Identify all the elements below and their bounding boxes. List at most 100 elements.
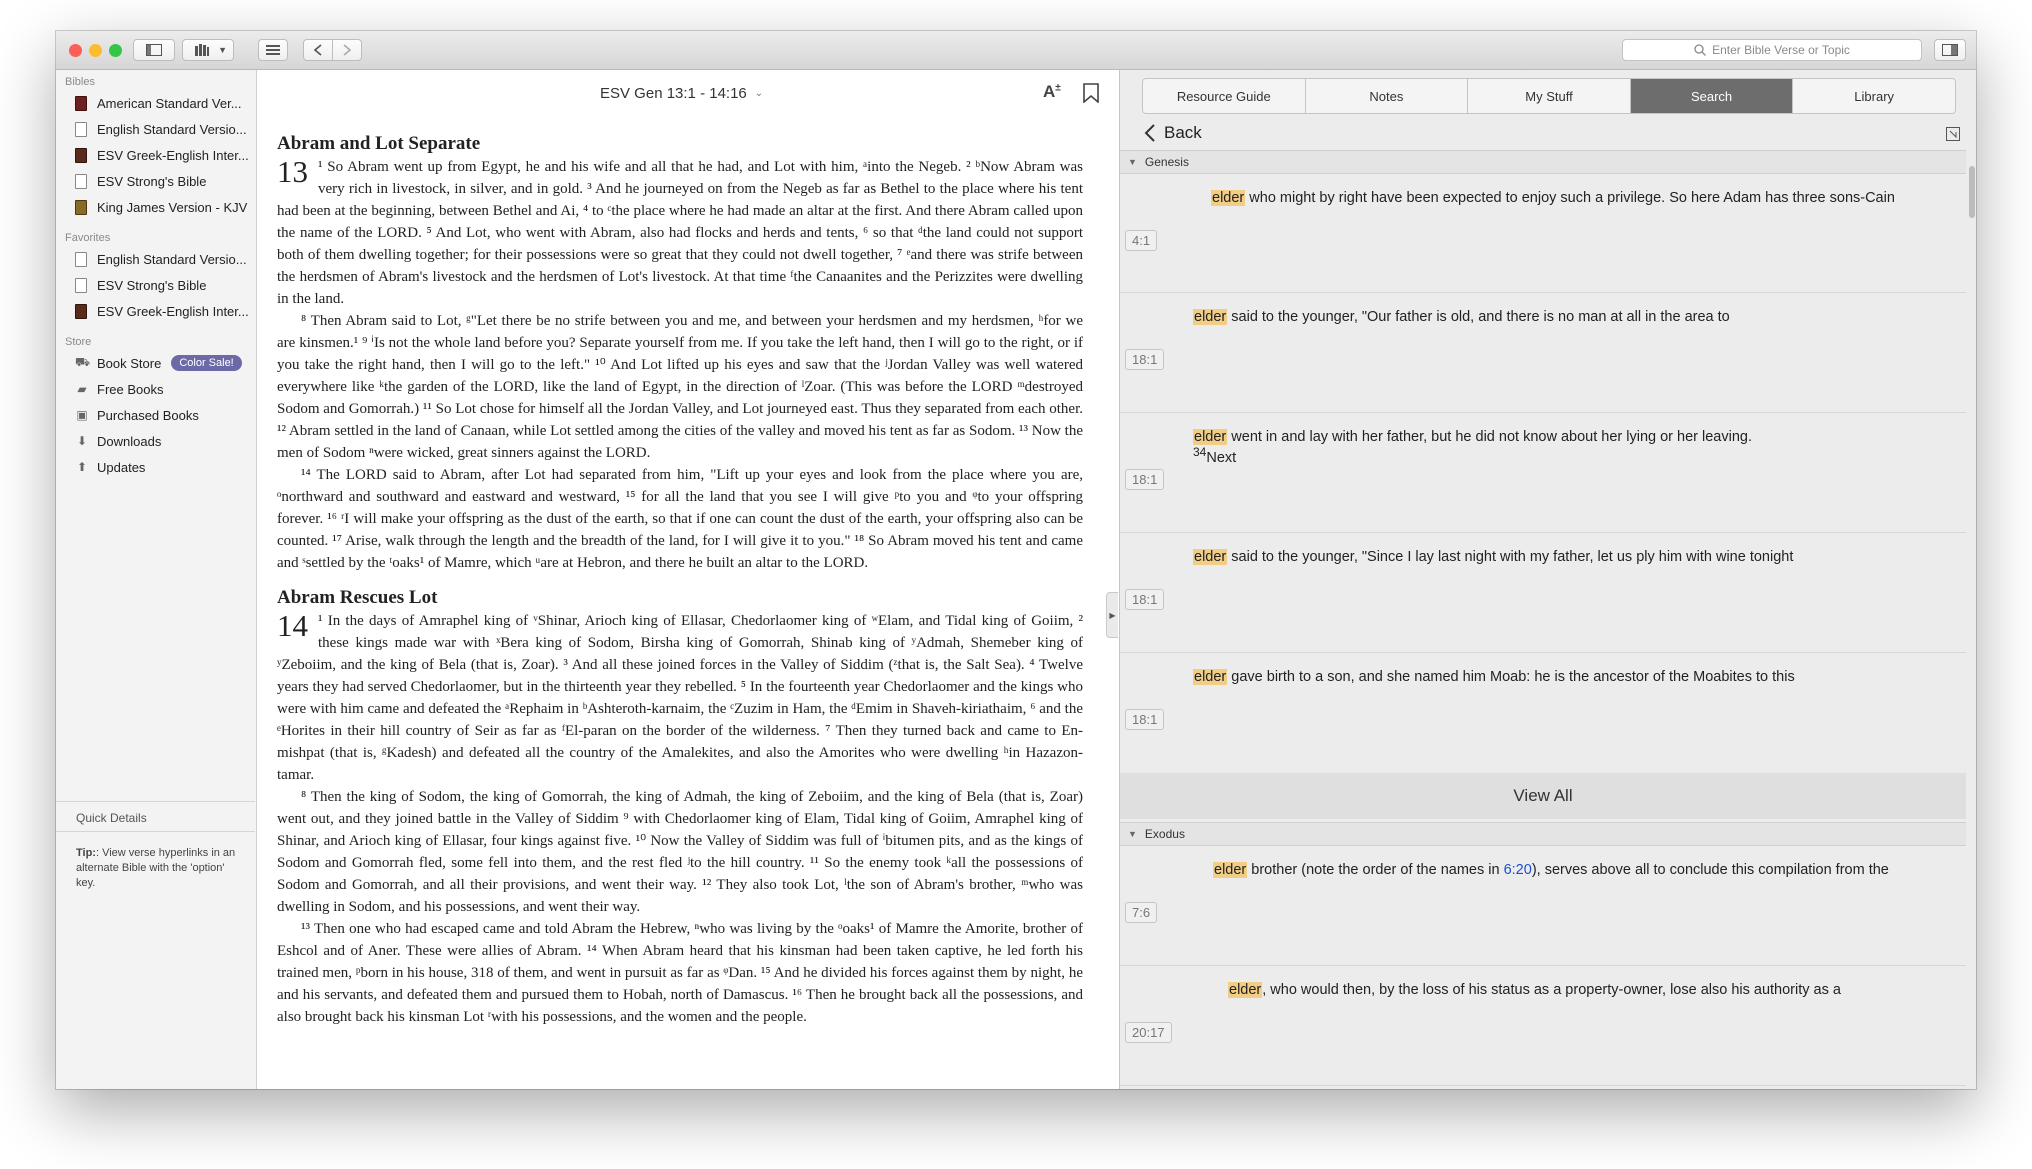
tip-body: : View verse hyperlinks in an alternate … [76, 847, 236, 889]
result-snippet: , who would then, by the loss of his sta… [1262, 982, 1841, 998]
sidebar-item-esv[interactable]: English Standard Versio... [75, 119, 247, 139]
scrollbar-track[interactable] [1967, 160, 1976, 1089]
panel-toggle-button[interactable] [1934, 39, 1966, 61]
sidebar-item-kjv[interactable]: King James Version - KJV [75, 197, 247, 217]
back-button[interactable]: Back [1144, 123, 1202, 143]
search-result[interactable]: elder said to the younger, "Our father i… [1120, 293, 1966, 413]
result-snippet: who might by right have been expected to… [1245, 190, 1895, 206]
expand-icon[interactable] [1946, 127, 1960, 141]
search-panel: Resource Guide Notes My Stuff Search Lib… [1119, 70, 1976, 1089]
scrollbar-thumb[interactable] [1969, 166, 1975, 218]
quick-details-heading: Quick Details [76, 811, 147, 825]
sale-badge[interactable]: Color Sale! [171, 355, 242, 371]
search-result[interactable]: elder, who would then, by the loss of hi… [1120, 966, 1966, 1086]
verse-search-input[interactable]: Enter Bible Verse or Topic [1622, 39, 1922, 61]
search-placeholder: Enter Bible Verse or Topic [1712, 43, 1850, 57]
tab-my-stuff[interactable]: My Stuff [1468, 79, 1631, 113]
panel-icon [1942, 44, 1958, 56]
group-header-genesis[interactable]: ▼ Genesis [1120, 150, 1966, 174]
result-snippet: went in and lay with her father, but he … [1227, 429, 1752, 445]
verse-ref[interactable]: 18:1 [1125, 589, 1165, 610]
close-window-button[interactable] [69, 44, 82, 57]
next-text: Next [1206, 449, 1237, 466]
favorite-item-esv[interactable]: English Standard Versio... [75, 249, 247, 269]
divider [56, 801, 255, 802]
search-result[interactable]: elder brother (note the order of the nam… [1120, 846, 1966, 966]
library-menu-button[interactable]: ▼ [182, 39, 234, 61]
minimize-window-button[interactable] [89, 44, 102, 57]
favorite-item-esv-greek[interactable]: ESV Greek-English Inter... [75, 301, 249, 321]
reference-selector[interactable]: ESV Gen 13:1 - 14:16 ⌄ [600, 85, 763, 102]
section-heading: Abram and Lot Separate [277, 133, 481, 154]
sidebar-item-esv-strongs[interactable]: ESV Strong's Bible [75, 171, 206, 191]
sidebar-item-label: English Standard Versio... [97, 251, 247, 267]
store-item-free-books[interactable]: ▰ Free Books [75, 379, 163, 399]
result-snippet: ), serves above all to conclude this com… [1531, 862, 1889, 878]
title-bar: ▼ Enter Bible Verse or Topic [56, 31, 1976, 70]
sidebar-item-label: ESV Strong's Bible [97, 277, 207, 293]
book-icon [75, 95, 87, 111]
verse-ref[interactable]: 20:17 [1125, 1022, 1172, 1043]
sidebar-icon [146, 44, 162, 56]
list-view-button[interactable] [258, 39, 288, 61]
search-result[interactable]: elder who might by right have been expec… [1120, 174, 1966, 293]
sidebar-item-asv[interactable]: American Standard Ver... [75, 93, 242, 113]
bibles-heading: Bibles [65, 76, 95, 88]
store-item-purchased-books[interactable]: ▣ Purchased Books [75, 405, 199, 425]
search-icon [1694, 44, 1707, 56]
download-icon: ⬇ [76, 434, 88, 448]
group-header-exodus[interactable]: ▼ Exodus [1120, 822, 1966, 846]
zoom-window-button[interactable] [109, 44, 122, 57]
tab-notes[interactable]: Notes [1306, 79, 1469, 113]
book-icon [75, 277, 87, 293]
tip-text: Tip:: View verse hyperlinks in an altern… [76, 846, 236, 891]
tab-search[interactable]: Search [1630, 79, 1794, 113]
verse-ref[interactable]: 4:1 [1125, 230, 1158, 251]
chevron-down-icon: ▼ [218, 45, 227, 55]
chapter-number: 13 [277, 154, 308, 189]
back-nav-button[interactable] [303, 39, 333, 61]
tab-resource-guide[interactable]: Resource Guide [1143, 79, 1306, 113]
upload-icon: ⬆ [76, 460, 88, 474]
panel-tabs: Resource Guide Notes My Stuff Search Lib… [1142, 78, 1956, 114]
bookmark-icon[interactable] [1083, 83, 1099, 103]
verse-paragraph: ¹ In the days of Amraphel king of ᵛShina… [277, 613, 1083, 783]
sidebar-item-label: ESV Strong's Bible [97, 173, 207, 189]
store-item-downloads[interactable]: ⬇ Downloads [75, 431, 161, 451]
back-label: Back [1164, 123, 1202, 142]
panel-collapse-handle[interactable]: ▶ [1106, 592, 1118, 638]
favorites-heading: Favorites [65, 232, 111, 244]
section-heading: Abram Rescues Lot [277, 587, 438, 608]
book-icon [75, 147, 87, 163]
sidebar-toggle-button[interactable] [133, 39, 175, 61]
book-icon [75, 303, 87, 319]
verse-ref[interactable]: 7:6 [1125, 902, 1158, 923]
books-icon [195, 44, 209, 56]
result-snippet: brother (note the order of the names in [1247, 862, 1504, 878]
text-format-icon[interactable]: A± [1043, 82, 1061, 102]
search-result[interactable]: elder said to the younger, "Since I lay … [1120, 533, 1966, 653]
store-item-updates[interactable]: ⬆ Updates [75, 457, 145, 477]
verse-ref[interactable]: 18:1 [1125, 709, 1165, 730]
verse-link[interactable]: 6:20 [1504, 862, 1532, 878]
favorite-item-esv-strongs[interactable]: ESV Strong's Bible [75, 275, 206, 295]
verse-number: 34 [1193, 445, 1207, 459]
tab-library[interactable]: Library [1793, 79, 1955, 113]
verse-ref[interactable]: 18:1 [1125, 349, 1165, 370]
book-icon [75, 173, 87, 189]
forward-nav-button[interactable] [332, 39, 362, 61]
view-all-button[interactable]: View All [1120, 773, 1966, 819]
verse-ref[interactable]: 18:1 [1125, 469, 1165, 490]
chevron-right-icon: ▶ [1109, 610, 1116, 620]
store-item-book-store[interactable]: ⛟ Book Store Color Sale! [75, 353, 242, 373]
book-icon [75, 121, 87, 137]
highlight-term: elder [1228, 982, 1263, 998]
app-window: ▼ Enter Bible Verse or Topic Bibles Amer… [56, 31, 1976, 1089]
sidebar-item-label: Free Books [97, 381, 164, 397]
search-result[interactable]: elder gave birth to a son, and she named… [1120, 653, 1966, 773]
search-result[interactable]: elder went in and lay with her father, b… [1120, 413, 1966, 533]
tip-label: Tip: [76, 847, 96, 859]
sidebar-item-esv-greek[interactable]: ESV Greek-English Inter... [75, 145, 249, 165]
reading-header: ESV Gen 13:1 - 14:16 ⌄ A± [257, 70, 1118, 116]
verse-paragraph: ¹³ Then one who had escaped came and tol… [277, 921, 1083, 1025]
